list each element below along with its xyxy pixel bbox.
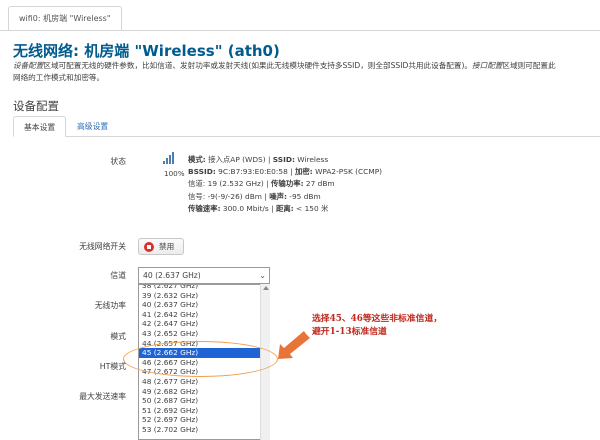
status-line-rate: 传输速率: 300.0 Mbit/s | 距离: < 150 米 [188, 203, 329, 213]
annotation-text: 选择45、46等这些非标准信道， 避开1-13标准信道 [312, 313, 442, 339]
status-details: 模式: 接入点AP (WDS) | SSID: Wireless BSSID: … [188, 154, 382, 215]
description-tail: 区域则可配置此 [502, 61, 556, 70]
channel-option[interactable]: 40 (2.637 GHz) [139, 300, 267, 310]
mode-label: 模式 [110, 332, 126, 341]
channel-select[interactable]: 40 (2.637 GHz) ⌄ [138, 267, 270, 284]
device-config-term: 设备配置 [13, 61, 44, 70]
disable-button[interactable]: 禁用 [138, 238, 184, 255]
annotation-line1: 选择45、46等这些非标准信道， [312, 314, 443, 324]
arrow-icon [278, 331, 310, 359]
wireless-switch-label: 无线网络开关 [79, 242, 126, 251]
interface-config-term: 接口配置 [472, 61, 503, 70]
status-line-bssid: BSSID: 9C:B7:93:E0:E0:58 | 加密: WPA2-PSK … [188, 167, 383, 177]
section-title: 设备配置 [13, 99, 59, 113]
channel-option[interactable]: 53 (2.702 GHz) [139, 425, 267, 435]
page-description: 设备配置区域可配置无线的硬件参数，比如信道、发射功率或发射天线(如果此无线模块硬… [13, 60, 598, 84]
page-title: 无线网络: 机房端 "Wireless" (ath0) [13, 42, 280, 60]
disable-button-label: 禁用 [159, 242, 175, 251]
status-label: 状态 [110, 157, 126, 166]
window-tab[interactable]: wifi0: 机房端 "Wireless" [8, 6, 122, 30]
description-text: 区域可配置无线的硬件参数，比如信道、发射功率或发射天线(如果此无线模块硬件支持多… [43, 61, 473, 70]
subtab-bar: 基本设置 高级设置 [13, 116, 600, 137]
tab-divider [0, 30, 600, 31]
channel-option[interactable]: 39 (2.632 GHz) [139, 291, 267, 301]
channel-option[interactable]: 49 (2.682 GHz) [139, 387, 267, 397]
description-line2: 网络的工作模式和加密等。 [13, 73, 105, 82]
signal-percent: 100% [164, 169, 185, 178]
chevron-down-icon: ⌄ [259, 271, 266, 280]
channel-option[interactable]: 41 (2.642 GHz) [139, 310, 267, 320]
channel-option[interactable]: 43 (2.652 GHz) [139, 329, 267, 339]
tab-basic-settings[interactable]: 基本设置 [13, 116, 67, 137]
channel-option[interactable]: 51 (2.692 GHz) [139, 406, 267, 416]
tab-advanced-settings[interactable]: 高级设置 [67, 116, 118, 137]
annotation-line2: 避开1-13标准信道 [312, 327, 387, 337]
status-line-mode: 模式: 接入点AP (WDS) | SSID: Wireless [188, 155, 329, 164]
signal-strength-icon [163, 152, 177, 164]
channel-select-value: 40 (2.637 GHz) [143, 271, 201, 280]
max-rate-label: 最大发送速率 [79, 392, 126, 401]
status-line-signal: 信号: -9(-9/-26) dBm | 噪声: -95 dBm [188, 191, 321, 201]
channel-label: 信道 [110, 271, 126, 280]
tx-power-label: 无线功率 [94, 301, 126, 310]
ht-mode-label: HT模式 [99, 362, 126, 371]
channel-option[interactable]: 42 (2.647 GHz) [139, 319, 267, 329]
channel-option[interactable]: 52 (2.697 GHz) [139, 415, 267, 425]
scroll-up-icon[interactable] [263, 286, 269, 290]
channel-option[interactable]: 48 (2.677 GHz) [139, 377, 267, 387]
stop-icon [144, 242, 154, 252]
status-line-channel: 信道: 19 (2.532 GHz) | 传输功率: 27 dBm [188, 179, 335, 189]
channel-option[interactable]: 50 (2.687 GHz) [139, 396, 267, 406]
highlight-ellipse [123, 341, 278, 377]
channel-option[interactable]: 38 (2.627 GHz) [139, 285, 267, 291]
